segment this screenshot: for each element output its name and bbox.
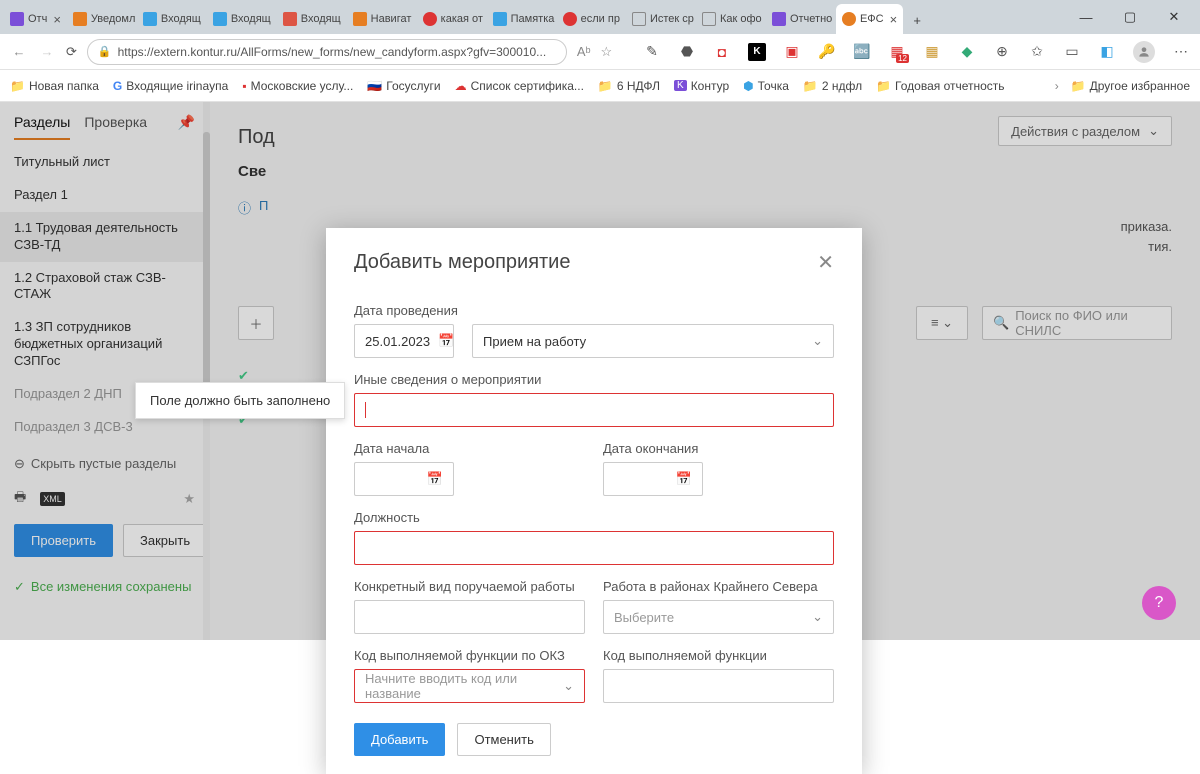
tab-9[interactable]: Истек ср: [626, 4, 696, 34]
field-label: Конкретный вид поручаемой работы: [354, 579, 585, 594]
func-code-input[interactable]: [603, 669, 834, 703]
new-tab-button[interactable]: +: [903, 6, 931, 34]
ext-icon-9[interactable]: ▦: [923, 43, 941, 61]
url-text: https://extern.kontur.ru/AllForms/new_fo…: [118, 45, 547, 59]
calendar-icon: 📅: [676, 471, 692, 487]
cancel-button[interactable]: Отменить: [457, 723, 550, 756]
window-controls: — ▢ ✕: [1064, 0, 1196, 34]
minimize-button[interactable]: —: [1064, 2, 1108, 32]
app-area: Разделы Проверка 📌 Титульный лист Раздел…: [0, 102, 1200, 640]
forward-button[interactable]: →: [38, 44, 56, 59]
bookmark-item[interactable]: 📁6 НДФЛ: [598, 79, 660, 93]
reader-icon[interactable]: Aᵇ: [577, 44, 591, 59]
tab-1[interactable]: Уведомл: [67, 4, 137, 34]
field-label: Дата окончания: [603, 441, 834, 456]
bookmark-item[interactable]: 🇷🇺Госуслуги: [367, 79, 440, 93]
tab-2[interactable]: Входящ: [137, 4, 207, 34]
close-icon[interactable]: ×: [890, 12, 898, 27]
event-type-select[interactable]: Прием на работу⌄: [472, 324, 834, 358]
tab-0[interactable]: Отч×: [4, 4, 67, 34]
help-fab[interactable]: ?: [1142, 586, 1176, 620]
ext-icon-4[interactable]: K: [748, 43, 766, 61]
field-label: Код выполняемой функции: [603, 648, 834, 663]
tab-10[interactable]: Как офо: [696, 4, 766, 34]
field-label: Работа в районах Крайнего Севера: [603, 579, 834, 594]
add-button[interactable]: Добавить: [354, 723, 445, 756]
side-panel-icon[interactable]: ◧: [1098, 43, 1116, 61]
validation-tooltip: Поле должно быть заполнено: [135, 382, 345, 419]
work-kind-input[interactable]: [354, 600, 585, 634]
ext-icon-3[interactable]: ◘: [713, 43, 731, 61]
close-icon[interactable]: ×: [53, 12, 61, 27]
modal-title: Добавить мероприятие: [354, 251, 570, 274]
ext-icon-10[interactable]: ◆: [958, 43, 976, 61]
favorites-icon[interactable]: ✩: [1028, 43, 1046, 61]
bookmark-item[interactable]: ▪Московские услу...: [242, 79, 353, 93]
chevron-down-icon: ⌄: [812, 333, 823, 349]
lock-icon: 🔒: [98, 45, 112, 58]
position-input[interactable]: [354, 531, 834, 565]
north-select[interactable]: Выберите⌄: [603, 600, 834, 634]
bookmark-item[interactable]: 📁Годовая отчетность: [876, 79, 1004, 93]
end-date-input[interactable]: 📅: [603, 462, 703, 496]
tab-11[interactable]: Отчетно: [766, 4, 836, 34]
tab-5[interactable]: Навигат: [347, 4, 417, 34]
event-date-input[interactable]: 25.01.2023📅: [354, 324, 454, 358]
collections-icon[interactable]: ▭: [1063, 43, 1081, 61]
bookmark-item[interactable]: KКонтур: [674, 79, 729, 93]
calendar-icon: 📅: [427, 471, 443, 487]
browser-tab-strip: Отч× Уведомл Входящ Входящ Входящ Навига…: [0, 0, 1200, 34]
bookmarks-bar: 📁Новая папка GВходящие irinayпа ▪Московс…: [0, 70, 1200, 102]
okz-select[interactable]: Начните вводить код или название⌄: [354, 669, 585, 703]
ext-icon-1[interactable]: ✎: [643, 43, 661, 61]
ext-icon-7[interactable]: 🔤: [853, 43, 871, 61]
field-label: Должность: [354, 510, 834, 525]
bookmark-item[interactable]: 📁2 ндфл: [803, 79, 862, 93]
chevron-down-icon: ⌄: [812, 609, 823, 625]
reload-button[interactable]: ⟳: [66, 44, 77, 60]
maximize-button[interactable]: ▢: [1108, 2, 1152, 32]
field-label: Иные сведения о мероприятии: [354, 372, 834, 387]
tab-8[interactable]: если пр: [557, 4, 626, 34]
tab-7[interactable]: Памятка: [487, 4, 557, 34]
field-label: Код выполняемой функции по ОКЗ: [354, 648, 585, 663]
ext-icon-8[interactable]: ▦12: [888, 43, 906, 61]
back-button[interactable]: ←: [10, 44, 28, 59]
star-icon[interactable]: ☆: [600, 44, 612, 60]
ext-icon-11[interactable]: ⊕: [993, 43, 1011, 61]
bookmarks-overflow[interactable]: ›: [1055, 79, 1059, 93]
bookmark-item[interactable]: GВходящие irinayпа: [113, 79, 228, 93]
start-date-input[interactable]: 📅: [354, 462, 454, 496]
tab-active[interactable]: ЕФС×: [836, 4, 903, 34]
bookmark-item[interactable]: ⬢Точка: [743, 79, 789, 93]
address-bar: ← → ⟳ 🔒 https://extern.kontur.ru/AllForm…: [0, 34, 1200, 70]
tab-4[interactable]: Входящ: [277, 4, 347, 34]
calendar-icon: 📅: [438, 333, 454, 349]
modal-close-button[interactable]: ✕: [817, 250, 834, 275]
url-field[interactable]: 🔒 https://extern.kontur.ru/AllForms/new_…: [87, 39, 567, 65]
ext-icon-6[interactable]: 🔑: [818, 43, 836, 61]
other-bookmarks[interactable]: 📁Другое избранное: [1071, 79, 1190, 93]
ext-icon-5[interactable]: ▣: [783, 43, 801, 61]
chevron-down-icon: ⌄: [563, 678, 574, 694]
profile-avatar[interactable]: [1133, 41, 1155, 63]
close-window-button[interactable]: ✕: [1152, 2, 1196, 32]
tab-3[interactable]: Входящ: [207, 4, 277, 34]
ext-icon-2[interactable]: ⬣: [678, 43, 696, 61]
bookmark-item[interactable]: ☁Список сертифика...: [455, 79, 584, 93]
other-info-input[interactable]: [354, 393, 834, 427]
menu-icon[interactable]: ⋯: [1172, 43, 1190, 61]
add-event-modal: Добавить мероприятие ✕ Дата проведения 2…: [326, 228, 862, 774]
bookmark-item[interactable]: 📁Новая папка: [10, 79, 99, 93]
tab-6[interactable]: какая от: [417, 4, 487, 34]
field-label: Дата начала: [354, 441, 585, 456]
field-label: Дата проведения: [354, 303, 834, 318]
